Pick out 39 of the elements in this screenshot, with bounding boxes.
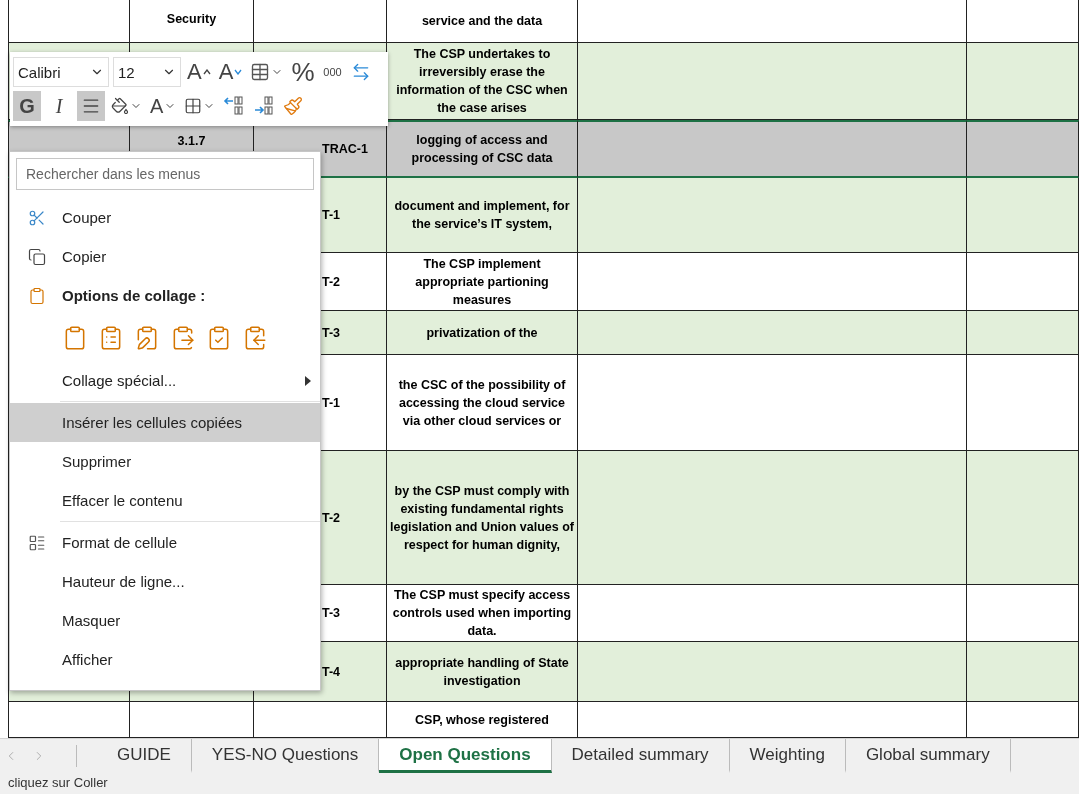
paintbrush-icon xyxy=(283,96,304,116)
table-cell: by the CSP must comply with existing fundamental rights legislation and Union values of respect for human dignity, xyxy=(387,451,578,585)
table-cell: logging of access and processing of CSC data xyxy=(387,120,578,178)
paint-bucket-icon xyxy=(111,97,129,115)
grid-icon xyxy=(184,97,203,115)
table-cell: document and implement, for the service’s IT system, xyxy=(387,178,578,253)
list-icon xyxy=(28,533,46,552)
submenu-arrow-icon xyxy=(304,375,312,386)
increase-decimals-icon xyxy=(223,95,246,117)
grow-font-button[interactable]: A xyxy=(185,57,213,87)
bold-button[interactable]: G xyxy=(13,91,41,121)
decrease-decimals-icon xyxy=(253,95,276,117)
table-cell: The CSP undertakes to irreversibly erase the information of the CSC when the case arises xyxy=(387,43,578,120)
font-size-select[interactable]: 12 xyxy=(113,57,181,87)
thousands-button[interactable]: 000 xyxy=(320,57,345,87)
scissors-icon xyxy=(28,208,46,227)
align-button[interactable] xyxy=(77,91,105,121)
clipboard-icon xyxy=(28,286,46,305)
table-icon xyxy=(250,62,271,82)
table-cell: CSP, whose registered xyxy=(387,702,578,738)
italic-button[interactable]: I xyxy=(45,91,73,121)
copy-icon xyxy=(28,247,46,266)
status-text: cliquez sur Coller xyxy=(0,773,1079,794)
table-cell: privatization of the xyxy=(387,311,578,355)
sheet-tab[interactable]: Open Questions xyxy=(379,739,552,773)
table-cell: The CSP must specify access controls used when importing data. xyxy=(387,585,578,642)
table-cell: The CSP implement appropriate partioning measures xyxy=(387,253,578,311)
table-cell: appropriate handling of State investigation xyxy=(387,642,578,702)
chevron-icon xyxy=(234,69,243,75)
table-cell: the CSC of the possibility of accessing the cloud service via other cloud services or xyxy=(387,355,578,451)
table-cell: service and the data xyxy=(387,0,578,43)
menu-item[interactable]: Insérer les cellules copiées xyxy=(10,403,320,442)
chevron-icon xyxy=(202,69,211,75)
percent-button[interactable]: % xyxy=(289,57,317,87)
shrink-font-button[interactable]: A xyxy=(216,57,245,87)
search-field[interactable]: Rechercher dans les menus xyxy=(16,158,314,190)
font-color-button[interactable]: A xyxy=(148,91,179,121)
table-cell: Security xyxy=(130,0,254,43)
font-select[interactable]: Calibri xyxy=(13,57,109,87)
